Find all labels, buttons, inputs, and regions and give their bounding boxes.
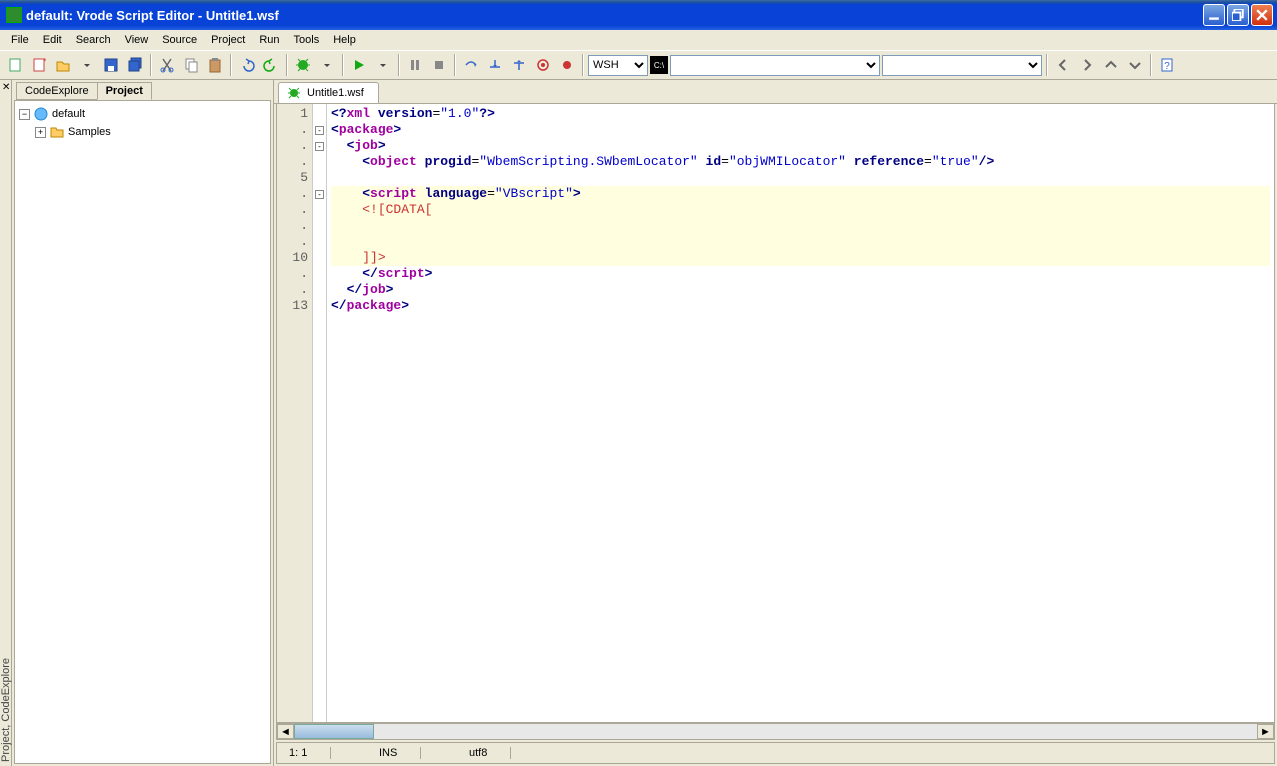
scroll-right-icon[interactable]: ► <box>1257 724 1274 739</box>
scroll-thumb[interactable] <box>294 724 374 739</box>
app-icon <box>6 7 22 23</box>
sidebar: ✕ CodeExplore Project − default + Sample… <box>12 80 274 766</box>
status-bar: 1: 1 INS utf8 <box>276 742 1275 764</box>
debug-dropdown-button[interactable] <box>316 54 338 76</box>
nav-down-button[interactable] <box>1124 54 1146 76</box>
engine-combo[interactable]: WSH <box>588 55 648 76</box>
tree-root[interactable]: − default <box>19 105 266 123</box>
menu-run[interactable]: Run <box>252 32 286 48</box>
toolbar: WSH C:\ ? <box>0 50 1277 80</box>
title-bar: default: Vrode Script Editor - Untitle1.… <box>0 0 1277 30</box>
breakpoint-button[interactable] <box>532 54 554 76</box>
menu-project[interactable]: Project <box>204 32 252 48</box>
tree-root-label: default <box>52 108 85 120</box>
expand-icon[interactable]: − <box>19 109 30 120</box>
minimize-button[interactable] <box>1203 4 1225 26</box>
undo-button[interactable] <box>236 54 258 76</box>
debug-button[interactable] <box>292 54 314 76</box>
nav-fwd-button[interactable] <box>1076 54 1098 76</box>
svg-text:?: ? <box>1164 61 1170 72</box>
paste-button[interactable] <box>204 54 226 76</box>
tree-item-samples[interactable]: + Samples <box>35 123 266 141</box>
tab-project[interactable]: Project <box>97 82 152 100</box>
window-buttons <box>1203 4 1277 26</box>
folder-icon <box>49 124 65 140</box>
args-combo[interactable] <box>882 55 1042 76</box>
save-all-button[interactable] <box>124 54 146 76</box>
nav-up-button[interactable] <box>1100 54 1122 76</box>
line-gutter: 1...5....10..13 <box>277 104 313 722</box>
tree-item-label: Samples <box>68 126 111 138</box>
help-button[interactable]: ? <box>1156 54 1178 76</box>
open-dropdown-button[interactable] <box>76 54 98 76</box>
pause-button[interactable] <box>404 54 426 76</box>
menu-file[interactable]: File <box>4 32 36 48</box>
code-area[interactable]: <?xml version="1.0"?><package> <job> <ob… <box>327 104 1274 722</box>
close-button[interactable] <box>1251 4 1273 26</box>
new-type-button[interactable] <box>28 54 50 76</box>
editor-area: Untitle1.wsf 1...5....10..13 --- <?xml v… <box>274 80 1277 766</box>
run-button[interactable] <box>348 54 370 76</box>
status-enc: utf8 <box>461 747 511 759</box>
editor-tab-label: Untitle1.wsf <box>307 87 364 99</box>
menu-view[interactable]: View <box>118 32 156 48</box>
script-combo[interactable] <box>670 55 880 76</box>
expand-icon[interactable]: + <box>35 127 46 138</box>
step-out-button[interactable] <box>508 54 530 76</box>
open-button[interactable] <box>52 54 74 76</box>
toggle-bp-button[interactable] <box>556 54 578 76</box>
window-title: default: Vrode Script Editor - Untitle1.… <box>26 8 279 23</box>
new-file-button[interactable] <box>4 54 26 76</box>
step-over-button[interactable] <box>460 54 482 76</box>
project-icon <box>33 106 49 122</box>
console-icon[interactable]: C:\ <box>650 56 668 74</box>
cut-button[interactable] <box>156 54 178 76</box>
menu-edit[interactable]: Edit <box>36 32 69 48</box>
menu-search[interactable]: Search <box>69 32 118 48</box>
collapsed-label: Project, CodeExplore <box>0 654 12 766</box>
scroll-left-icon[interactable]: ◄ <box>277 724 294 739</box>
tab-codeexplore[interactable]: CodeExplore <box>16 82 98 100</box>
save-button[interactable] <box>100 54 122 76</box>
horizontal-scrollbar[interactable]: ◄ ► <box>276 723 1275 740</box>
run-dropdown-button[interactable] <box>372 54 394 76</box>
project-tree: − default + Samples <box>14 100 271 764</box>
menu-bar: File Edit Search View Source Project Run… <box>0 30 1277 50</box>
fold-gutter[interactable]: --- <box>313 104 327 722</box>
redo-button[interactable] <box>260 54 282 76</box>
menu-tools[interactable]: Tools <box>287 32 327 48</box>
collapsed-panel-tab[interactable]: Project, CodeExplore <box>0 80 12 766</box>
menu-help[interactable]: Help <box>326 32 363 48</box>
step-into-button[interactable] <box>484 54 506 76</box>
sidebar-close-icon[interactable]: ✕ <box>2 82 12 92</box>
editor-body[interactable]: 1...5....10..13 --- <?xml version="1.0"?… <box>276 104 1275 723</box>
editor-tab[interactable]: Untitle1.wsf <box>278 82 379 103</box>
restore-button[interactable] <box>1227 4 1249 26</box>
copy-button[interactable] <box>180 54 202 76</box>
status-pos: 1: 1 <box>281 747 331 759</box>
nav-back-button[interactable] <box>1052 54 1074 76</box>
menu-source[interactable]: Source <box>155 32 204 48</box>
bug-icon <box>287 86 301 100</box>
stop-button[interactable] <box>428 54 450 76</box>
status-mode: INS <box>371 747 421 759</box>
